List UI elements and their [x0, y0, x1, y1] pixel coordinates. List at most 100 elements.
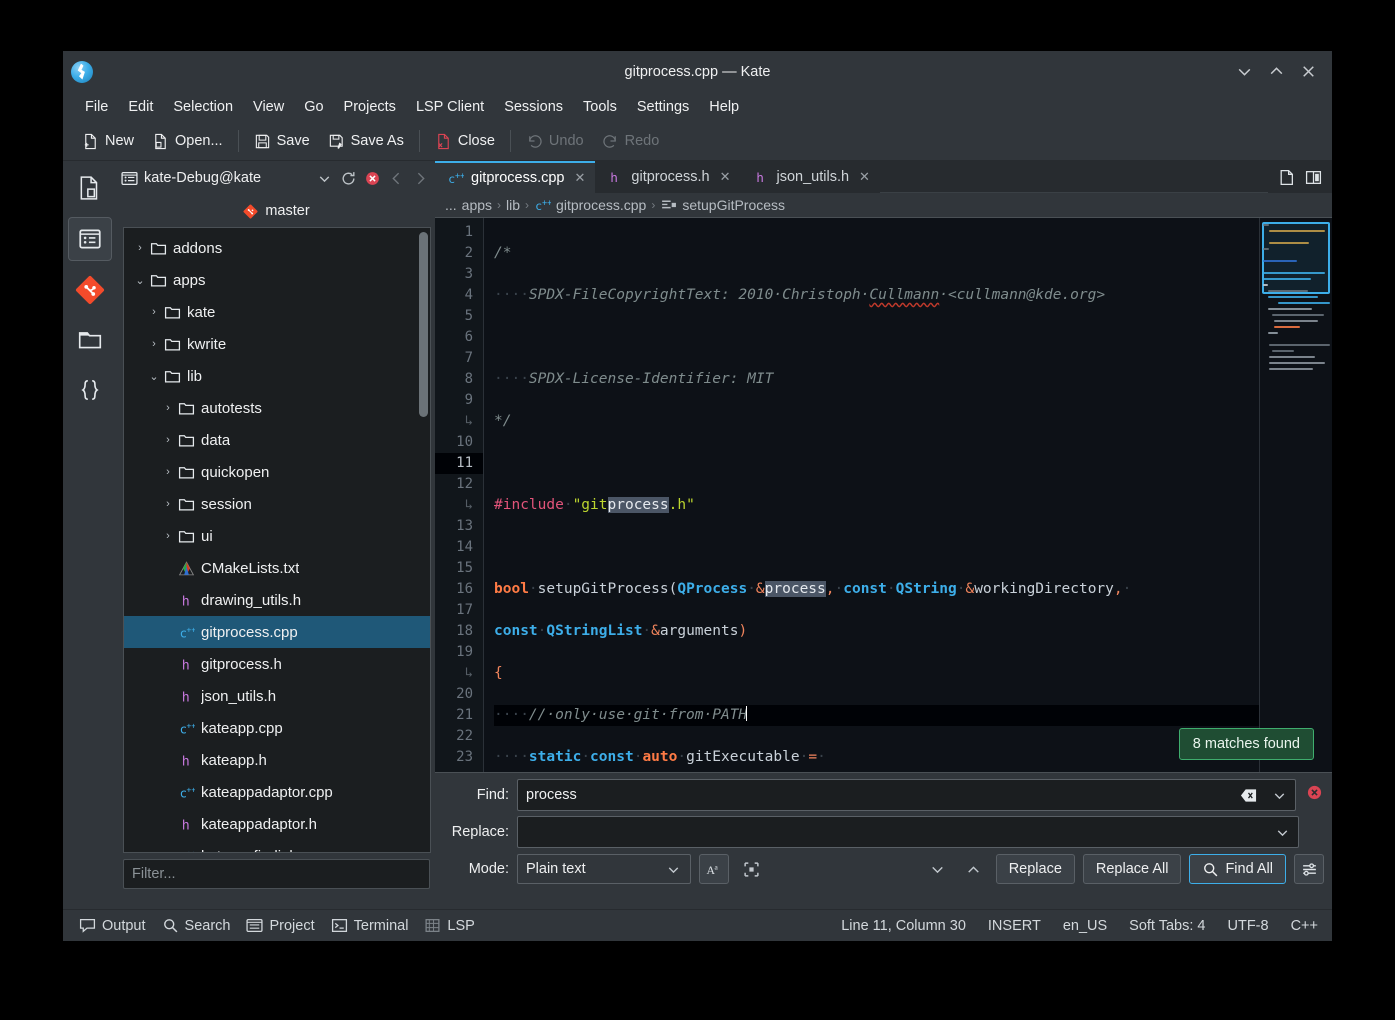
project-back-button[interactable]	[388, 170, 405, 187]
project-dropdown-button[interactable]	[316, 170, 333, 187]
menu-help[interactable]: Help	[699, 95, 749, 119]
replace-history-button[interactable]	[1267, 824, 1298, 841]
tree-item[interactable]: h gitprocess.h	[124, 648, 430, 680]
rail-item-documents[interactable]	[69, 167, 111, 209]
tree-item[interactable]: › quickopen	[124, 456, 430, 488]
code-minimap[interactable]	[1259, 218, 1332, 772]
find-input[interactable]	[518, 787, 1233, 803]
menu-tools[interactable]: Tools	[573, 95, 627, 119]
tab-setting[interactable]: Soft Tabs: 4	[1129, 918, 1205, 934]
project-forward-button[interactable]	[412, 170, 429, 187]
tab-gitprocess-cpp[interactable]: c ++ gitprocess.cpp ✕	[435, 161, 596, 193]
project-filter-input[interactable]	[123, 859, 430, 889]
clear-text-button[interactable]	[1233, 787, 1264, 804]
chevron-right-icon[interactable]: ›	[160, 498, 176, 510]
chevron-down-icon[interactable]: ⌄	[132, 274, 148, 287]
tree-item[interactable]: › data	[124, 424, 430, 456]
tab-json-utils-h[interactable]: h json_utils.h ✕	[740, 161, 880, 193]
tab-close-icon[interactable]: ✕	[575, 170, 586, 186]
tab-gitprocess-h[interactable]: h gitprocess.h ✕	[595, 161, 741, 193]
rail-item-symbols[interactable]	[69, 369, 111, 411]
tree-item[interactable]: › addons	[124, 232, 430, 264]
chevron-right-icon[interactable]: ›	[160, 434, 176, 446]
project-reload-button[interactable]	[340, 170, 357, 187]
menu-selection[interactable]: Selection	[163, 95, 243, 119]
menu-view[interactable]: View	[243, 95, 294, 119]
rail-item-projects[interactable]	[68, 217, 112, 261]
menu-sessions[interactable]: Sessions	[494, 95, 573, 119]
menu-projects[interactable]: Projects	[334, 95, 406, 119]
menu-go[interactable]: Go	[294, 95, 333, 119]
tree-item[interactable]: CMakeLists.txt	[124, 552, 430, 584]
tree-item[interactable]: h drawing_utils.h	[124, 584, 430, 616]
input-mode[interactable]: INSERT	[988, 918, 1041, 934]
tree-item[interactable]: c++ kateappadaptor.cpp	[124, 776, 430, 808]
tree-item[interactable]: c++ kateapp.cpp	[124, 712, 430, 744]
code-view[interactable]: /* ····SPDX-FileCopyrightText: 2010·Chri…	[484, 218, 1259, 772]
menu-edit[interactable]: Edit	[118, 95, 163, 119]
rail-item-git[interactable]	[69, 269, 111, 311]
chevron-right-icon[interactable]: ›	[160, 530, 176, 542]
breadcrumb-item-symbol[interactable]: setupGitProcess	[682, 197, 785, 213]
statusbar-lsp-button[interactable]: LSP	[416, 914, 482, 937]
close-window-button[interactable]	[1294, 59, 1322, 85]
new-tab-button[interactable]	[1278, 169, 1295, 186]
save-button[interactable]: Save	[245, 129, 319, 154]
statusbar-output-button[interactable]: Output	[71, 914, 154, 937]
menu-lsp-client[interactable]: LSP Client	[406, 95, 494, 119]
save-as-button[interactable]: Save As	[319, 129, 413, 154]
chevron-right-icon[interactable]: ›	[160, 466, 176, 478]
new-button[interactable]: New	[73, 129, 143, 154]
tree-item[interactable]: › session	[124, 488, 430, 520]
tree-item[interactable]: ⌄ apps	[124, 264, 430, 296]
statusbar-project-button[interactable]: Project	[238, 914, 322, 937]
chevron-down-icon[interactable]: ⌄	[146, 370, 162, 383]
redo-button[interactable]: Redo	[593, 129, 669, 154]
close-button[interactable]: Close	[426, 129, 504, 154]
find-next-button[interactable]	[924, 855, 952, 883]
editor-area[interactable]: 1 2 3 4 5 6 7 8 9 ↳ 10 11 12 ↳ 13 14 15 16 17 18 19 ↳ 20 21 22 23…	[435, 217, 1332, 773]
replace-all-button[interactable]: Replace All	[1082, 854, 1182, 884]
cursor-position[interactable]: Line 11, Column 30	[841, 918, 966, 934]
tree-item[interactable]: › ui	[124, 520, 430, 552]
rail-item-filesystem[interactable]	[69, 319, 111, 361]
encoding[interactable]: UTF-8	[1227, 918, 1268, 934]
breadcrumb-ellipsis[interactable]: ...	[445, 197, 457, 213]
project-tree[interactable]: › addons ⌄ apps › kate › kwrite ⌄ lib › autotests › d…	[124, 228, 430, 852]
replace-button[interactable]: Replace	[995, 854, 1075, 884]
menu-file[interactable]: File	[75, 95, 118, 119]
syntax-mode[interactable]: C++	[1291, 918, 1318, 934]
tree-item-selected[interactable]: c++ gitprocess.cpp	[124, 616, 430, 648]
match-case-button[interactable]: A a	[699, 854, 729, 884]
search-mode-select[interactable]: Plain text	[517, 854, 691, 884]
menu-settings[interactable]: Settings	[627, 95, 699, 119]
chevron-right-icon[interactable]: ›	[160, 402, 176, 414]
tree-item[interactable]: ⌄ lib	[124, 360, 430, 392]
open-button[interactable]: Open...	[143, 129, 232, 154]
breadcrumb-item-file[interactable]: gitprocess.cpp	[556, 197, 646, 213]
tree-item[interactable]: › kwrite	[124, 328, 430, 360]
statusbar-search-button[interactable]: Search	[154, 914, 239, 937]
find-history-button[interactable]	[1264, 787, 1295, 804]
project-selector[interactable]: kate-Debug@kate	[121, 170, 261, 187]
search-options-button[interactable]	[1294, 854, 1324, 884]
undo-button[interactable]: Undo	[517, 129, 593, 154]
breadcrumb-item-apps[interactable]: apps	[462, 197, 492, 213]
tree-item[interactable]: › autotests	[124, 392, 430, 424]
split-view-button[interactable]	[1305, 169, 1322, 186]
chevron-right-icon[interactable]: ›	[132, 242, 148, 254]
selection-only-button[interactable]	[737, 855, 765, 883]
replace-input[interactable]	[518, 824, 1267, 840]
tree-item[interactable]: h kateappadaptor.h	[124, 808, 430, 840]
tree-item[interactable]: h json_utils.h	[124, 680, 430, 712]
tab-close-icon[interactable]: ✕	[720, 169, 731, 185]
spellcheck-language[interactable]: en_US	[1063, 918, 1107, 934]
close-findbar-button[interactable]	[1304, 784, 1324, 806]
tree-item[interactable]: c++ kateconfigdialog.cpp	[124, 840, 430, 853]
statusbar-terminal-button[interactable]: Terminal	[323, 914, 417, 937]
maximize-button[interactable]	[1262, 59, 1290, 85]
minimap-viewport[interactable]	[1262, 222, 1330, 294]
project-tree-scrollbar[interactable]	[419, 232, 428, 417]
project-close-button[interactable]	[364, 170, 381, 187]
find-previous-button[interactable]	[960, 855, 988, 883]
